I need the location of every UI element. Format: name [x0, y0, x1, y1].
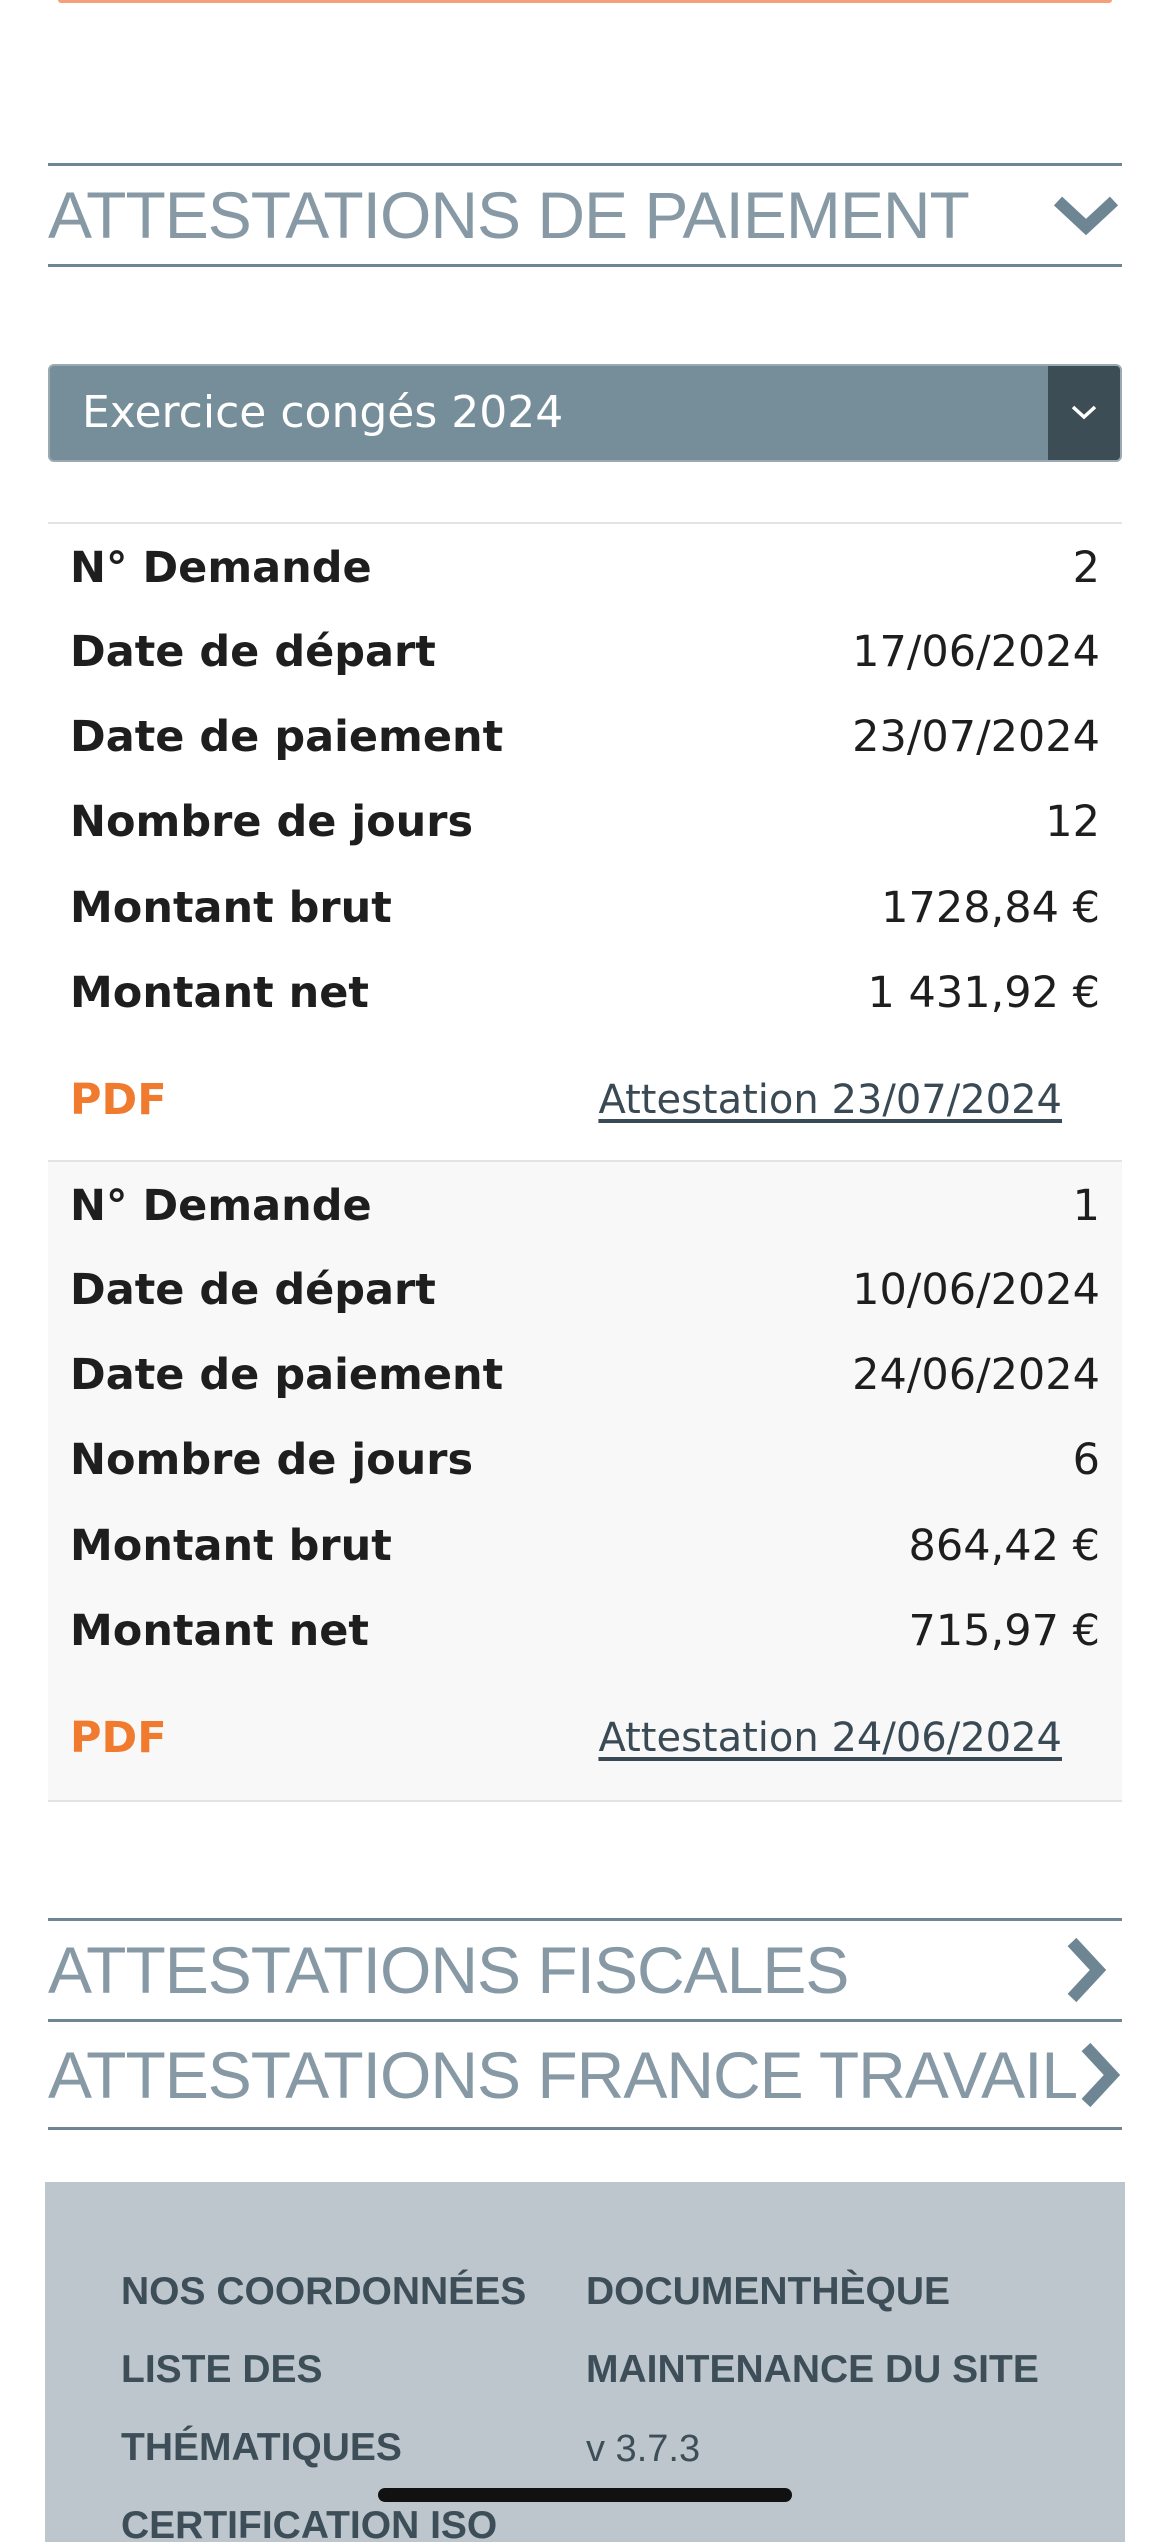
payment-date-label: Date de paiement: [70, 712, 504, 762]
net-amount-row: Montant net 1 431,92 €: [70, 963, 1100, 1023]
exercise-select[interactable]: Exercice congés 2024: [48, 364, 1122, 462]
days-count-row: Nombre de jours 12: [70, 792, 1100, 852]
days-count-row: Nombre de jours 6: [70, 1430, 1100, 1490]
footer-link-topics-line2[interactable]: THÉMATIQUES: [121, 2426, 402, 2470]
footer-link-maintenance[interactable]: MAINTENANCE DU SITE: [586, 2348, 1039, 2392]
pdf-label: PDF: [70, 1713, 167, 1763]
request-no-value: 2: [1072, 543, 1100, 593]
version-label: v 3.7.3: [586, 2428, 701, 2470]
section-payment-title: ATTESTATIONS DE PAIEMENT: [48, 178, 970, 252]
payment-request-card: N° Demande 2 Date de départ 17/06/2024 D…: [48, 522, 1122, 1162]
payment-date-row: Date de paiement 24/06/2024: [70, 1345, 1100, 1405]
pdf-label: PDF: [70, 1075, 167, 1125]
payment-date-value: 24/06/2024: [852, 1350, 1100, 1400]
net-amount-label: Montant net: [70, 968, 369, 1018]
gross-amount-row: Montant brut 864,42 €: [70, 1516, 1100, 1576]
departure-date-value: 10/06/2024: [852, 1265, 1100, 1315]
days-count-label: Nombre de jours: [70, 797, 474, 847]
payment-date-label: Date de paiement: [70, 1350, 504, 1400]
payment-request-card: N° Demande 1 Date de départ 10/06/2024 D…: [48, 1160, 1122, 1802]
days-count-value: 12: [1045, 797, 1100, 847]
exercise-select-value: Exercice congés 2024: [82, 387, 564, 438]
net-amount-value: 715,97 €: [908, 1606, 1100, 1656]
days-count-label: Nombre de jours: [70, 1435, 474, 1485]
net-amount-label: Montant net: [70, 1606, 369, 1656]
payment-date-row: Date de paiement 23/07/2024: [70, 707, 1100, 767]
footer-link-certification[interactable]: CERTIFICATION ISO: [121, 2504, 497, 2548]
pdf-row: PDF Attestation 24/06/2024: [70, 1708, 1062, 1768]
chevron-down-icon[interactable]: [1050, 179, 1122, 251]
top-accent-bar: [58, 0, 1112, 3]
footer-link-contact[interactable]: NOS COORDONNÉES: [121, 2270, 526, 2314]
request-no-label: N° Demande: [70, 543, 372, 593]
chevron-right-icon[interactable]: [1050, 1934, 1122, 2006]
section-payment-header[interactable]: ATTESTATIONS DE PAIEMENT: [48, 163, 1122, 267]
section-fiscal-title: ATTESTATIONS FISCALES: [48, 1933, 849, 2007]
days-count-value: 6: [1072, 1435, 1100, 1485]
gross-amount-label: Montant brut: [70, 1521, 392, 1571]
footer-link-topics-line1[interactable]: LISTE DES: [121, 2348, 323, 2392]
gross-amount-value: 1728,84 €: [881, 883, 1100, 933]
section-france-travail-title: ATTESTATIONS FRANCE TRAVAIL: [48, 2038, 1078, 2112]
departure-date-label: Date de départ: [70, 1265, 436, 1315]
request-no-row: N° Demande 1: [70, 1176, 1100, 1236]
request-no-value: 1: [1072, 1181, 1100, 1231]
chevron-right-icon[interactable]: [1077, 2039, 1122, 2111]
attestation-link[interactable]: Attestation 24/06/2024: [598, 1715, 1062, 1761]
net-amount-value: 1 431,92 €: [867, 968, 1100, 1018]
home-indicator: [378, 2488, 792, 2502]
gross-amount-row: Montant brut 1728,84 €: [70, 878, 1100, 938]
gross-amount-label: Montant brut: [70, 883, 392, 933]
payment-date-value: 23/07/2024: [852, 712, 1100, 762]
section-france-travail-header[interactable]: ATTESTATIONS FRANCE TRAVAIL: [48, 2023, 1122, 2130]
footer-link-documents[interactable]: DOCUMENTHÈQUE: [586, 2270, 950, 2314]
departure-date-row: Date de départ 17/06/2024: [70, 622, 1100, 682]
select-chevron-down-icon[interactable]: [1048, 366, 1120, 460]
request-no-row: N° Demande 2: [70, 538, 1100, 598]
net-amount-row: Montant net 715,97 €: [70, 1601, 1100, 1661]
departure-date-label: Date de départ: [70, 627, 436, 677]
section-fiscal-header[interactable]: ATTESTATIONS FISCALES: [48, 1918, 1122, 2022]
departure-date-row: Date de départ 10/06/2024: [70, 1260, 1100, 1320]
pdf-row: PDF Attestation 23/07/2024: [70, 1070, 1062, 1130]
gross-amount-value: 864,42 €: [908, 1521, 1100, 1571]
attestation-link[interactable]: Attestation 23/07/2024: [598, 1077, 1062, 1123]
departure-date-value: 17/06/2024: [852, 627, 1100, 677]
request-no-label: N° Demande: [70, 1181, 372, 1231]
